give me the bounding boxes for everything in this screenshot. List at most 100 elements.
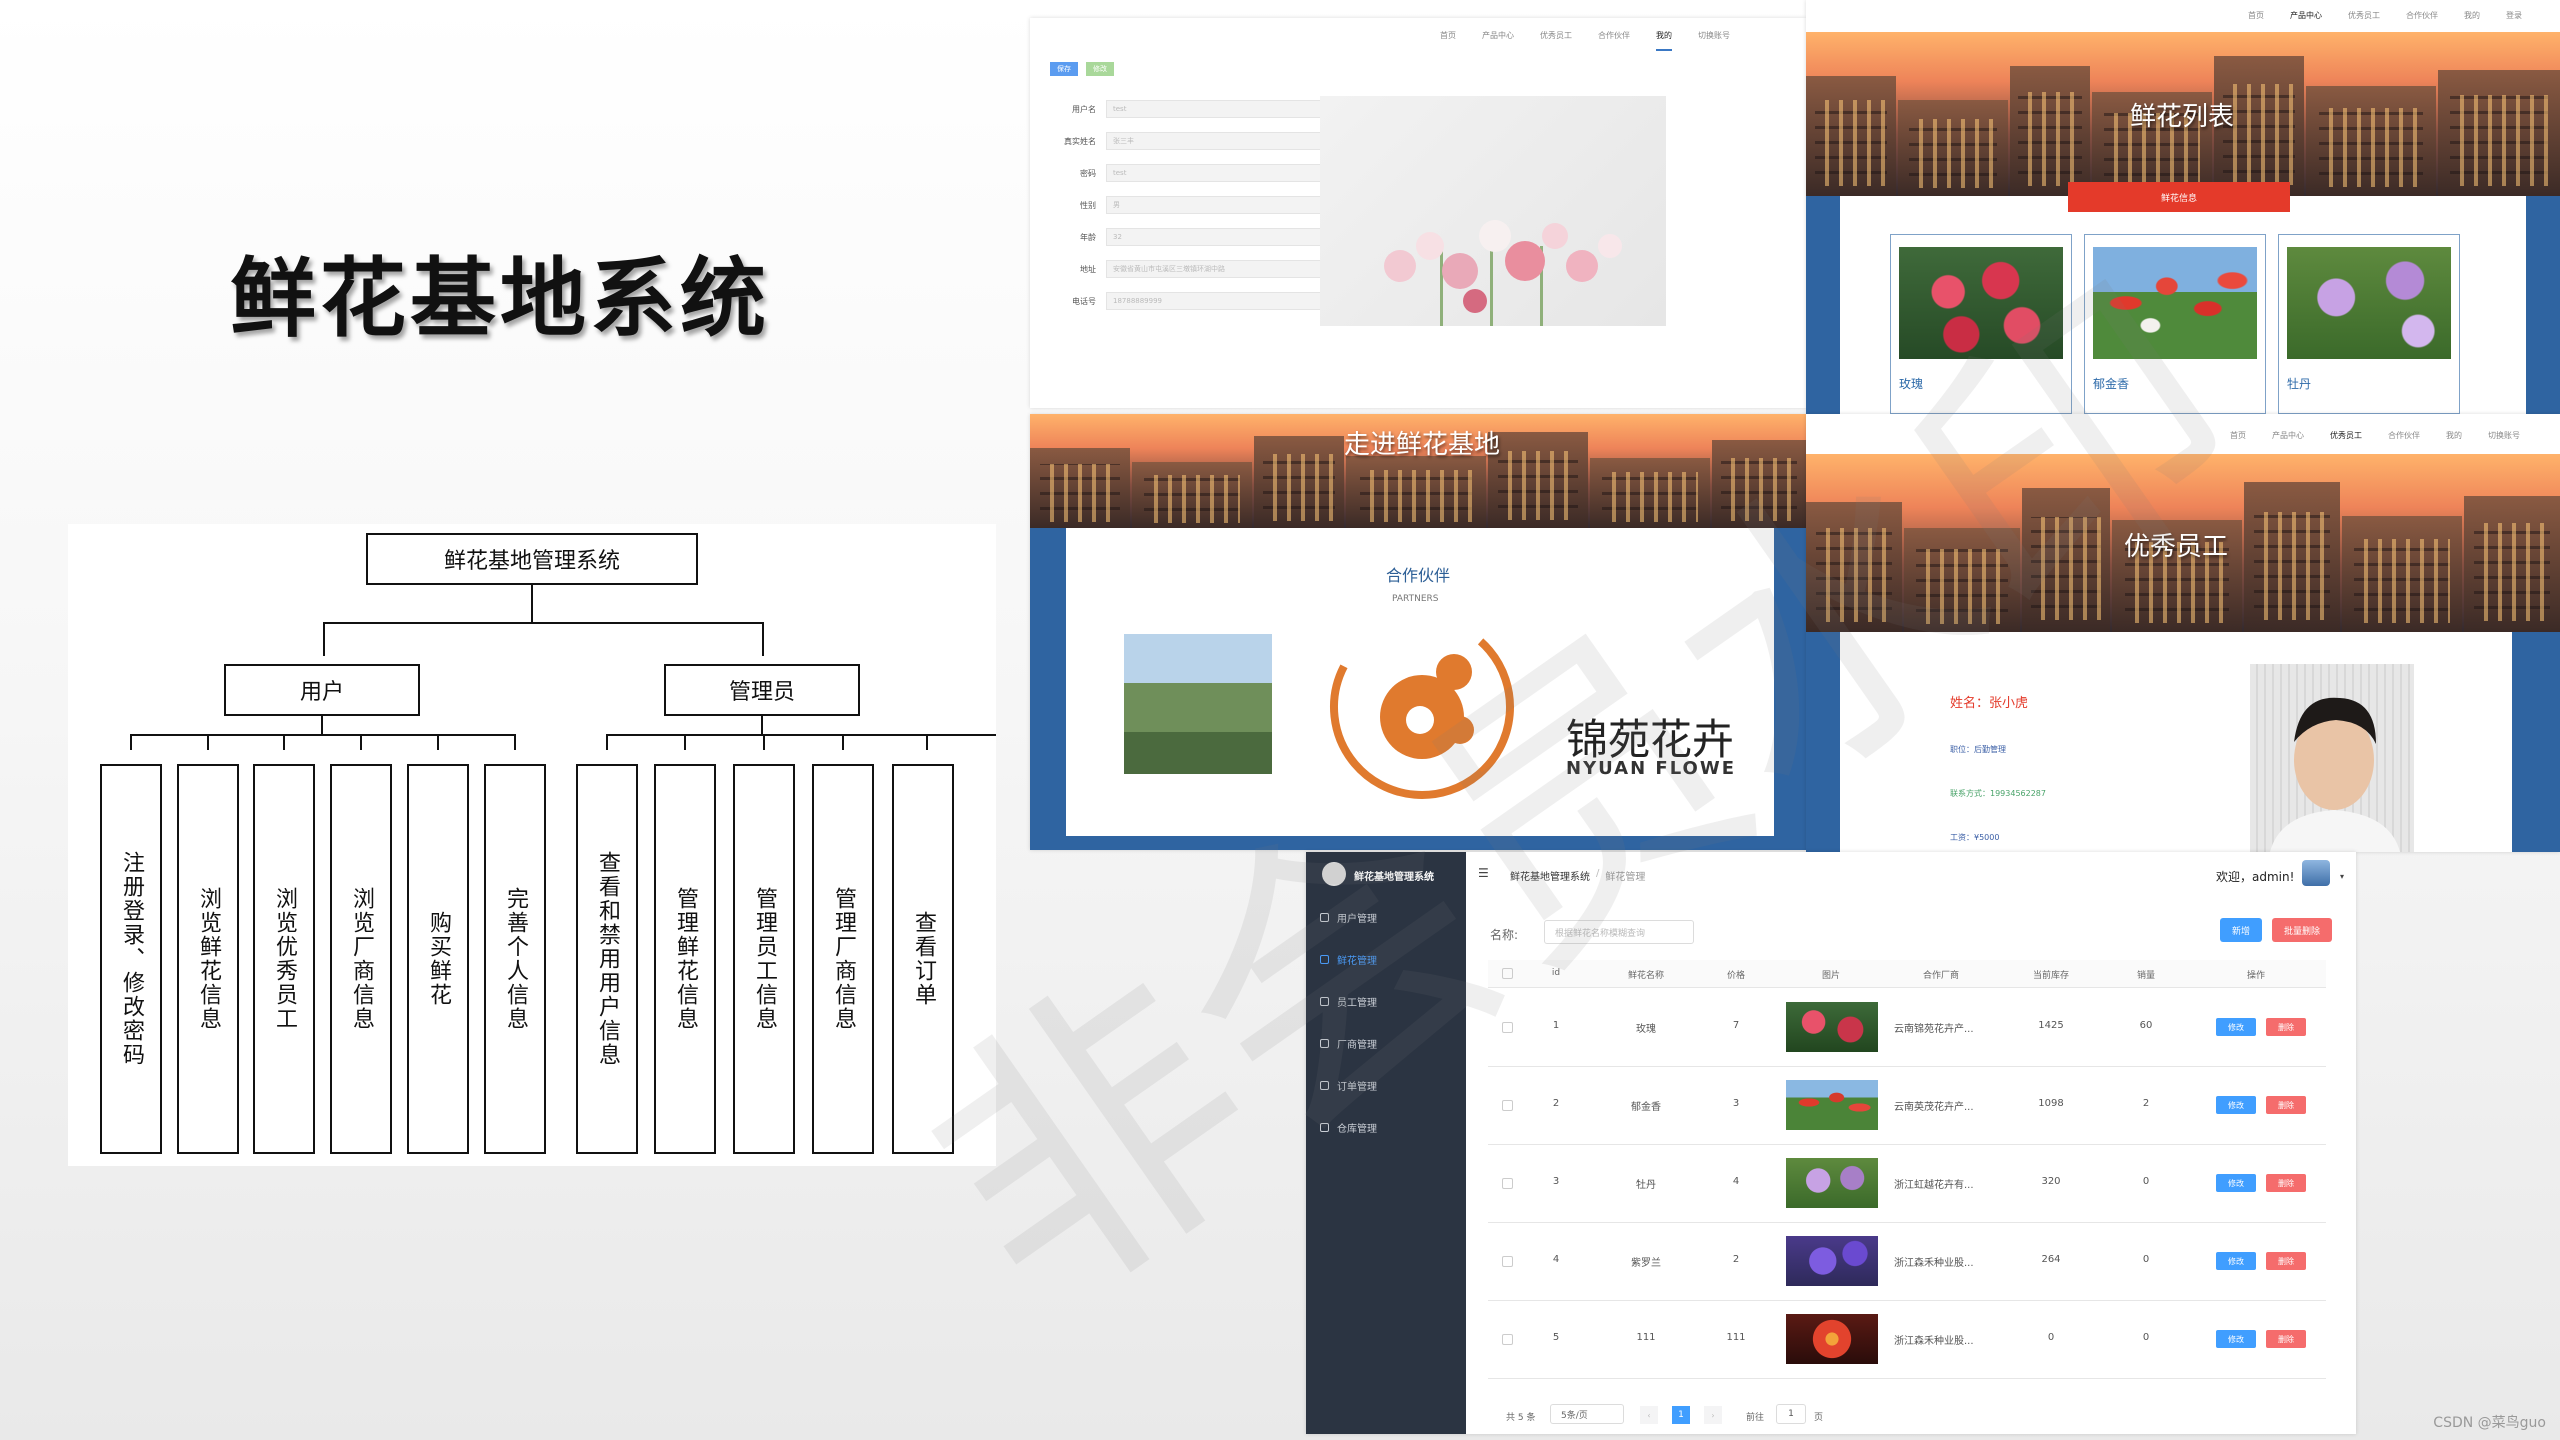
row-checkbox[interactable] bbox=[1502, 1256, 1513, 1267]
avatar[interactable] bbox=[2302, 860, 2330, 886]
menu-staff[interactable]: 员工管理 bbox=[1320, 994, 1377, 1009]
row-checkbox[interactable] bbox=[1502, 1100, 1513, 1111]
edit-button[interactable]: 修改 bbox=[2216, 1330, 2256, 1348]
pager-goto-input[interactable]: 1 bbox=[1776, 1404, 1806, 1424]
nav-products[interactable]: 产品中心 bbox=[1482, 30, 1514, 51]
flower-info-tab[interactable]: 鲜花信息 bbox=[2068, 182, 2290, 212]
logo-icon bbox=[1322, 862, 1346, 886]
nav-products[interactable]: 产品中心 bbox=[2272, 430, 2304, 441]
delete-button[interactable]: 删除 bbox=[2266, 1174, 2306, 1192]
menu-orders[interactable]: 订单管理 bbox=[1320, 1078, 1377, 1093]
nav-staff[interactable]: 优秀员工 bbox=[1540, 30, 1572, 51]
cell-vendor: 云南锦苑花卉产... bbox=[1894, 1024, 1974, 1035]
flower-photo bbox=[2093, 247, 2257, 359]
field-label: 用户名 bbox=[1072, 104, 1096, 114]
cell-stock: 1098 bbox=[2038, 1098, 2064, 1109]
batch-delete-button[interactable]: 批量删除 bbox=[2272, 918, 2332, 942]
section-subtitle: PARTNERS bbox=[1392, 594, 1439, 604]
add-button[interactable]: 新增 bbox=[2220, 918, 2262, 942]
flower-card[interactable]: 玫瑰 bbox=[1890, 234, 2072, 414]
breadcrumb-root[interactable]: 鲜花基地管理系统 bbox=[1510, 868, 1590, 883]
nav-staff[interactable]: 优秀员工 bbox=[2348, 10, 2380, 21]
menu-toggle-icon[interactable]: ☰ bbox=[1478, 866, 1489, 880]
flower-icon bbox=[1320, 955, 1329, 964]
nav-home[interactable]: 首页 bbox=[1440, 30, 1456, 51]
delete-button[interactable]: 删除 bbox=[2266, 1330, 2306, 1348]
edit-button[interactable]: 修改 bbox=[1086, 62, 1114, 76]
row-checkbox[interactable] bbox=[1502, 1022, 1513, 1033]
nav-products[interactable]: 产品中心 bbox=[2290, 10, 2322, 21]
page-size-select[interactable]: 5条/页 bbox=[1550, 1404, 1624, 1424]
flower-card[interactable]: 牡丹 bbox=[2278, 234, 2460, 414]
org-admin-child-1: 查看和禁用用户信息 bbox=[576, 764, 638, 1154]
search-input[interactable]: 根据鲜花名称模糊查询 bbox=[1544, 920, 1694, 944]
nav-mine[interactable]: 我的 bbox=[2446, 430, 2462, 441]
menu-flowers[interactable]: 鲜花管理 bbox=[1320, 952, 1377, 967]
nav-partners[interactable]: 合作伙伴 bbox=[2388, 430, 2420, 441]
menu-warehouse[interactable]: 仓库管理 bbox=[1320, 1120, 1377, 1135]
nav-home[interactable]: 首页 bbox=[2230, 430, 2246, 441]
nav-home[interactable]: 首页 bbox=[2248, 10, 2264, 21]
edit-button[interactable]: 修改 bbox=[2216, 1252, 2256, 1270]
edit-button[interactable]: 修改 bbox=[2216, 1096, 2256, 1114]
cell-name: 紫罗兰 bbox=[1631, 1258, 1661, 1269]
cell-price: 7 bbox=[1732, 1020, 1740, 1031]
cell-name: 玫瑰 bbox=[1636, 1024, 1656, 1035]
vendor-icon bbox=[1320, 1039, 1329, 1048]
staff-name: 姓名：张小虎 bbox=[1950, 696, 2029, 711]
nav-partners[interactable]: 合作伙伴 bbox=[2406, 10, 2438, 21]
select-all-checkbox[interactable] bbox=[1502, 968, 1513, 979]
cell-price: 2 bbox=[1732, 1254, 1740, 1265]
flower-photo bbox=[1899, 247, 2063, 359]
flower-card[interactable]: 郁金香 bbox=[2084, 234, 2266, 414]
nav-switch-account[interactable]: 切换账号 bbox=[2488, 430, 2520, 441]
page-number[interactable]: 1 bbox=[1672, 1406, 1690, 1424]
slide-title: 鲜花基地系统 bbox=[230, 248, 770, 349]
nav-switch-account[interactable]: 切换账号 bbox=[1698, 30, 1730, 51]
edit-button[interactable]: 修改 bbox=[2216, 1018, 2256, 1036]
field-label: 电话号 bbox=[1072, 296, 1096, 306]
nav-login[interactable]: 登录 bbox=[2506, 10, 2522, 21]
delete-button[interactable]: 删除 bbox=[2266, 1252, 2306, 1270]
cell-stock: 320 bbox=[2041, 1176, 2061, 1187]
nav-mine[interactable]: 我的 bbox=[1656, 30, 1672, 51]
nav-staff[interactable]: 优秀员工 bbox=[2330, 430, 2362, 441]
flower-list-panel: 首页 产品中心 优秀员工 合作伙伴 我的 登录 鲜花列表 鲜花信息 玫瑰 郁金香… bbox=[1806, 0, 2560, 414]
col-sales: 销量 bbox=[2136, 971, 2155, 981]
prev-page-icon[interactable]: ‹ bbox=[1640, 1406, 1658, 1424]
org-admin-child-4: 管理厂商信息 bbox=[812, 764, 874, 1154]
warehouse-icon bbox=[1320, 1123, 1329, 1132]
breadcrumb-sep: / bbox=[1596, 868, 1600, 879]
org-user-child-3: 浏览优秀员工 bbox=[253, 764, 315, 1154]
delete-button[interactable]: 删除 bbox=[2266, 1018, 2306, 1036]
edit-button[interactable]: 修改 bbox=[2216, 1174, 2256, 1192]
nav-partners[interactable]: 合作伙伴 bbox=[1598, 30, 1630, 51]
nav-mine[interactable]: 我的 bbox=[2464, 10, 2480, 21]
flower-thumbnail bbox=[1786, 1158, 1878, 1208]
menu-label: 厂商管理 bbox=[1337, 1040, 1377, 1051]
menu-users[interactable]: 用户管理 bbox=[1320, 910, 1377, 925]
col-price: 价格 bbox=[1726, 971, 1745, 981]
save-button[interactable]: 保存 bbox=[1050, 62, 1078, 76]
breadcrumb-current: 鲜花管理 bbox=[1605, 872, 1646, 883]
cell-sales: 0 bbox=[2142, 1332, 2150, 1343]
cell-vendor: 浙江森禾种业股... bbox=[1894, 1258, 1974, 1269]
cell-stock: 264 bbox=[2041, 1254, 2061, 1265]
menu-vendors[interactable]: 厂商管理 bbox=[1320, 1036, 1377, 1051]
admin-system-name: 鲜花基地管理系统 bbox=[1354, 872, 1434, 883]
next-page-icon[interactable]: › bbox=[1704, 1406, 1722, 1424]
cell-id: 3 bbox=[1552, 1176, 1560, 1187]
row-checkbox[interactable] bbox=[1502, 1334, 1513, 1345]
menu-label: 员工管理 bbox=[1337, 998, 1377, 1009]
org-user-child-5: 购买鲜花 bbox=[407, 764, 469, 1154]
admin-sidebar: 鲜花基地管理系统 用户管理 鲜花管理 员工管理 厂商管理 订单管理 仓库管理 bbox=[1306, 852, 1466, 1434]
users-icon bbox=[1320, 913, 1329, 922]
delete-button[interactable]: 删除 bbox=[2266, 1096, 2306, 1114]
search-label: 名称: bbox=[1490, 928, 1519, 942]
cell-id: 2 bbox=[1552, 1098, 1560, 1109]
row-checkbox[interactable] bbox=[1502, 1178, 1513, 1189]
banner-title: 优秀员工 bbox=[2124, 532, 2229, 562]
cell-vendor: 浙江森禾种业股... bbox=[1894, 1336, 1974, 1347]
chevron-down-icon[interactable]: ▾ bbox=[2340, 872, 2344, 881]
profile-panel: 首页 产品中心 优秀员工 合作伙伴 我的 切换账号 保存 修改 用户名 test … bbox=[1030, 18, 1806, 408]
